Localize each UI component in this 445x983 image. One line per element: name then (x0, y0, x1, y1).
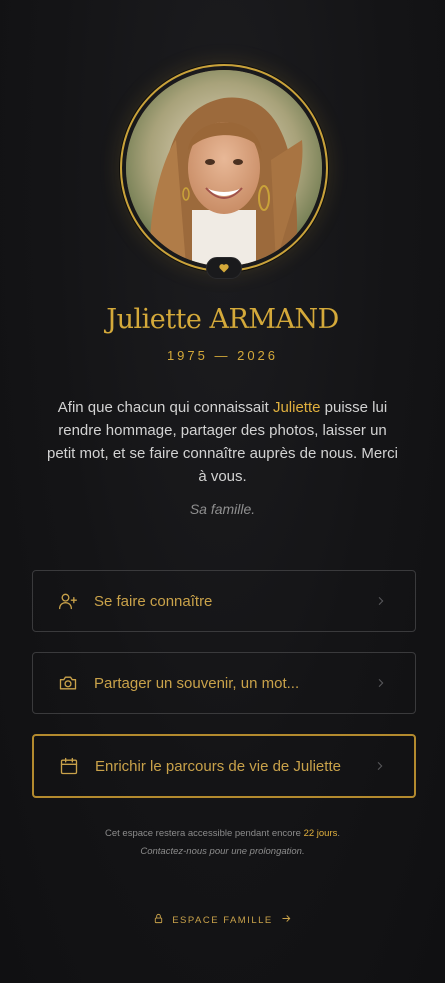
chevron-right-icon (370, 761, 390, 771)
action-partager-souvenir[interactable]: Partager un souvenir, un mot... (32, 652, 416, 714)
action-label: Partager un souvenir, un mot... (94, 674, 300, 692)
availability-note-part1: Cet espace restera accessible pendant en… (104, 828, 304, 839)
heart-badge (206, 257, 242, 279)
intro-name-highlight: Juliette (272, 399, 321, 416)
family-space-label: ESPACE FAMILLE (172, 914, 273, 926)
availability-note: Cet espace restera accessible pendant en… (0, 828, 445, 839)
chevron-right-icon (371, 678, 391, 688)
action-enrichir-parcours[interactable]: Enrichir le parcours de vie de Juliette (32, 734, 416, 798)
extension-note: Contactez-nous pour une prolongation. (140, 846, 305, 857)
intro-text-part1: Afin que chacun qui connaissait (57, 399, 273, 416)
action-se-faire-connaitre[interactable]: Se faire connaître (32, 570, 416, 632)
life-dates: 1975 — 2026 (166, 348, 279, 363)
portrait-photo (126, 70, 322, 266)
lock-icon (153, 911, 164, 929)
family-signature: Sa famille. (189, 501, 256, 517)
chevron-right-icon (371, 596, 391, 606)
family-space-link[interactable]: ESPACE FAMILLE (0, 911, 445, 929)
deceased-name: Juliette ARMAND (106, 304, 339, 335)
arrow-right-icon (281, 911, 292, 929)
portrait-illustration (126, 70, 322, 266)
calendar-icon (58, 755, 80, 777)
user-plus-icon (57, 590, 79, 612)
portrait-frame (120, 64, 328, 279)
days-remaining: 22 jours (303, 828, 338, 839)
heart-icon (219, 264, 229, 273)
action-label: Enrichir le parcours de vie de Juliette (95, 757, 341, 775)
intro-text: Afin que chacun qui connaissait Juliette… (46, 396, 399, 488)
action-label: Se faire connaître (94, 592, 213, 610)
availability-note-part2: . (337, 828, 341, 839)
camera-icon (57, 672, 79, 694)
